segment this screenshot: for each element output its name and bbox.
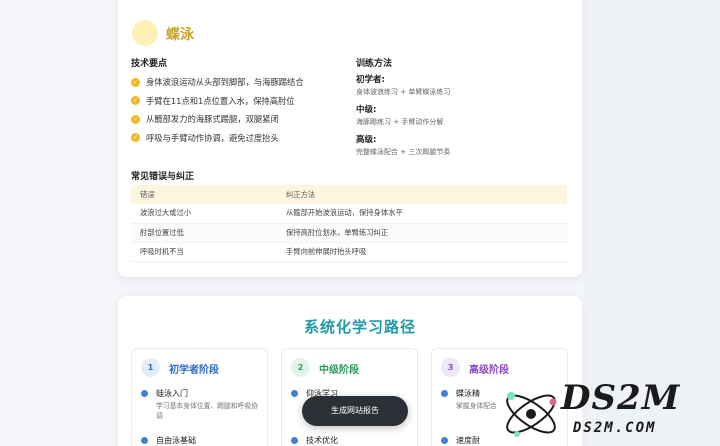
stage-name: 中级阶段 (319, 365, 359, 376)
method-desc: 身体波浪练习 + 单臂蝶泳练习 (356, 88, 451, 96)
bullet-dot-icon (291, 437, 298, 444)
stage-item-name: 自由泳基础 (156, 436, 196, 445)
column-header-error: 错误 (131, 185, 277, 204)
watermark-logo-text: DS2M (561, 378, 681, 418)
check-icon: ✓ (131, 96, 140, 106)
stroke-title: 蝶泳 (166, 27, 194, 43)
bullet-dot-icon (291, 390, 298, 397)
check-icon: ✓ (131, 133, 140, 143)
list-item: ✓ 从髋部发力的海豚式踢腿，双腿紧闭 (131, 114, 279, 125)
column-header-fix: 纠正方法 (277, 185, 567, 204)
table-row: 肘部位置过低 保持高肘位划水，单臂练习纠正 (131, 223, 567, 243)
error-cell: 肘部位置过低 (131, 223, 277, 243)
method-beginner: 初学者: 身体波浪练习 + 单臂蝶泳练习 (356, 73, 566, 97)
check-icon: ✓ (131, 114, 140, 124)
stage-name: 初学者阶段 (169, 365, 219, 376)
method-desc: 海豚踢练习 + 手臂动作分解 (356, 118, 444, 126)
list-item: ✓ 手臂在11点和1点位置入水，保持高肘位 (131, 95, 295, 106)
stage-item-desc: 学习基本身体位置、踢腿和呼吸协调 (156, 402, 258, 420)
stage-item-name: 蛙泳入门 (156, 389, 188, 398)
fix-cell: 从髋部开始波浪运动，保持身体水平 (277, 204, 567, 224)
method-level: 初学者: (356, 75, 385, 85)
generate-report-button[interactable]: 生成网站报告 (302, 396, 408, 426)
list-item: ✓ 呼吸与手臂动作协调，避免过度抬头 (131, 132, 279, 143)
method-level: 中级: (356, 105, 377, 115)
atom-logo-icon (506, 392, 557, 437)
errors-table: 错误 纠正方法 波浪过大或过小 从髋部开始波浪运动，保持身体水平 肘部位置过低 … (131, 185, 567, 262)
stage-number: 1 (141, 358, 160, 377)
stage-number: 3 (441, 358, 460, 377)
method-level: 高级: (356, 135, 377, 145)
method-intermediate: 中级: 海豚踢练习 + 手臂动作分解 (356, 103, 566, 127)
errors-heading: 常见错误与纠正 (131, 172, 195, 182)
stage-item: 蛙泳入门 学习基本身体位置、踢腿和呼吸协调 (141, 388, 263, 421)
method-heading: 训练方法 (356, 59, 393, 69)
bullet-dot-icon (141, 390, 148, 397)
stage-name: 高级阶段 (469, 365, 509, 376)
method-desc: 完整蝶泳配合 + 三次踢腿节奏 (356, 148, 451, 156)
stage-item: 技术优化 (291, 435, 413, 446)
stroke-icon (132, 20, 158, 46)
table-row: 呼吸时机不当 手臂向前伸展时抬头呼吸 (131, 242, 567, 262)
error-cell: 呼吸时机不当 (131, 242, 277, 262)
tech-heading: 技术要点 (131, 59, 168, 69)
fix-cell: 保持高肘位划水，单臂练习纠正 (277, 223, 567, 243)
stage-number: 2 (291, 358, 310, 377)
page: 蝶泳 技术要点 ✓ 身体波浪运动从头部到脚部，与海豚踢结合 ✓ 手臂在11点和1点位… (0, 0, 720, 446)
bullet-dot-icon (141, 437, 148, 444)
list-item: ✓ 身体波浪运动从头部到脚部，与海豚踢结合 (131, 77, 304, 88)
table-row: 波浪过大或过小 从髋部开始波浪运动，保持身体水平 (131, 204, 567, 224)
stage-item: 自由泳基础 (141, 435, 263, 446)
check-icon: ✓ (131, 77, 140, 87)
table-header-row: 错误 纠正方法 (131, 185, 567, 204)
bullet-dot-icon (441, 437, 448, 444)
bullet-dot-icon (441, 390, 448, 397)
error-cell: 波浪过大或过小 (131, 204, 277, 224)
watermark-url: DS2M.COM (573, 420, 657, 436)
learning-path-title: 系统化学习路径 (303, 318, 416, 336)
method-advanced: 高级: 完整蝶泳配合 + 三次踢腿节奏 (356, 133, 566, 157)
stage-item-name: 技术优化 (306, 436, 338, 445)
tech-points-list: ✓ 身体波浪运动从头部到脚部，与海豚踢结合 ✓ 手臂在11点和1点位置入水，保持高肘… (131, 73, 351, 147)
fix-cell: 手臂向前伸展时抬头呼吸 (277, 242, 567, 262)
stage-beginner: 1 初学者阶段 蛙泳入门 学习基本身体位置、踢腿和呼吸协调 自由泳基础 (131, 348, 268, 446)
watermark: DS2M DS2M.COM (497, 378, 720, 446)
